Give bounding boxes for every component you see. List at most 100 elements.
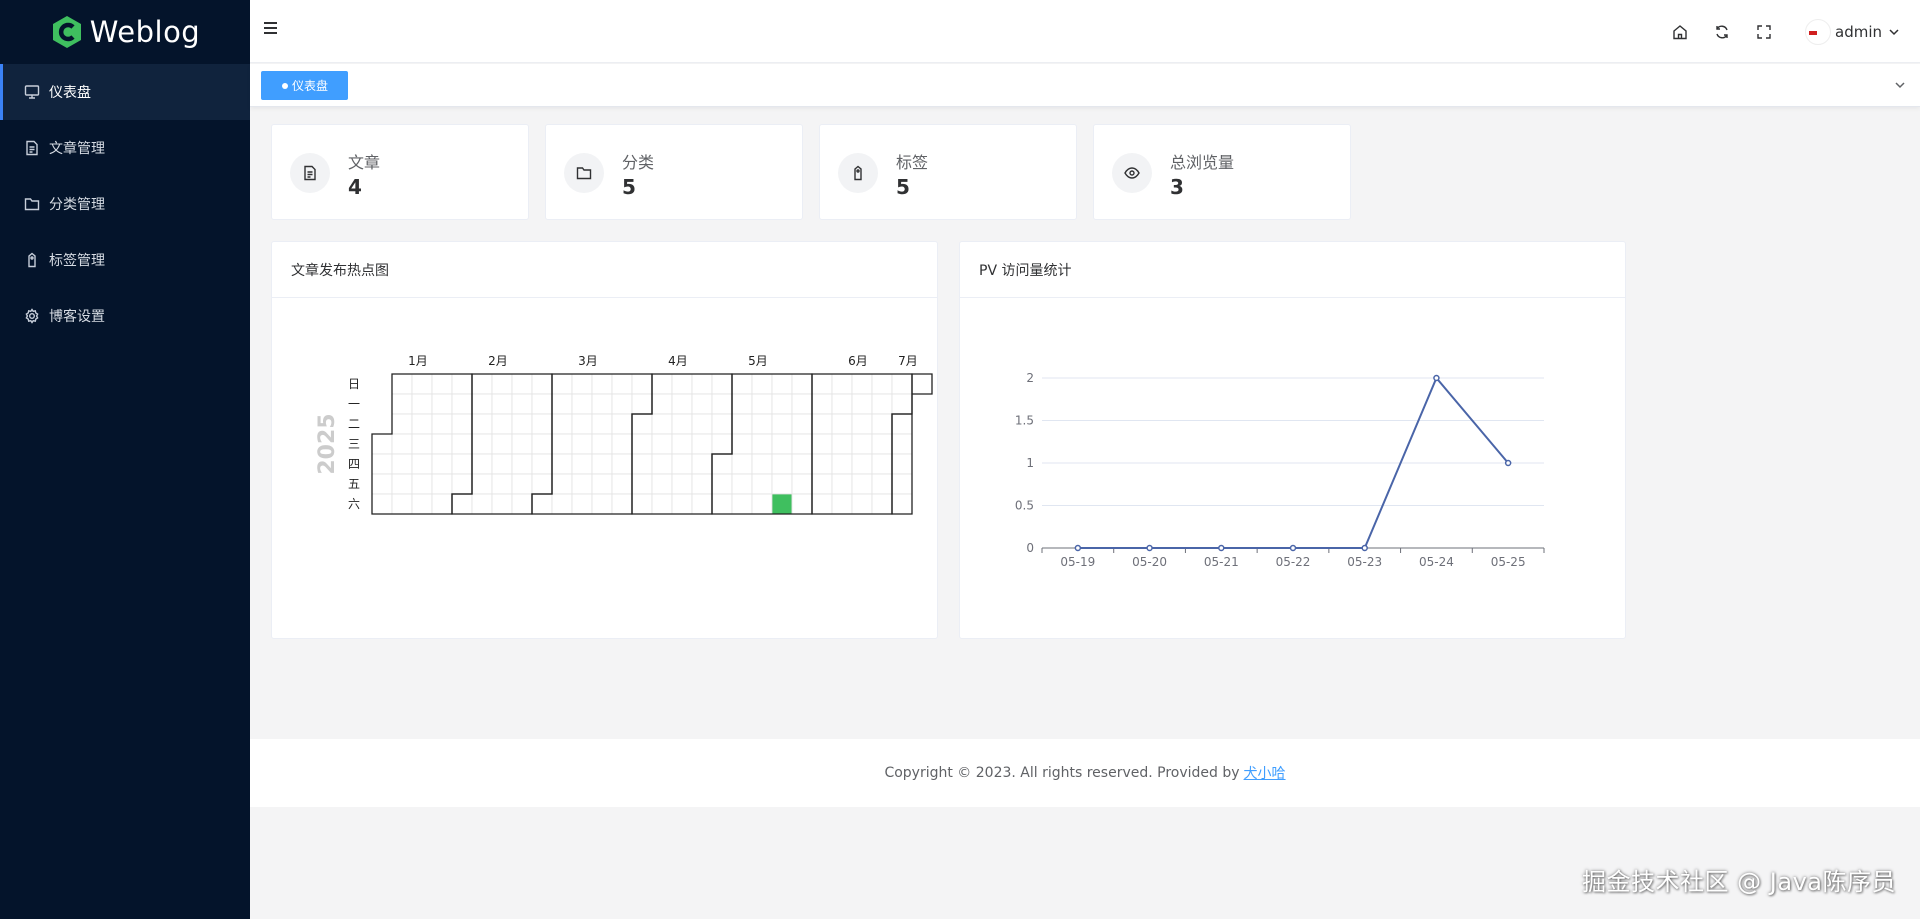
pv-y-tick-label: 0 xyxy=(1026,541,1034,555)
heatmap-cell xyxy=(651,413,673,435)
heatmap-cell xyxy=(611,473,633,495)
heatmap-cell xyxy=(891,413,913,435)
heatmap-cell xyxy=(891,493,913,515)
heatmap-cell xyxy=(871,453,893,475)
heatmap-cell xyxy=(731,373,753,395)
heatmap-cell xyxy=(571,413,593,435)
heatmap-cell xyxy=(411,473,433,495)
sidebar-item-tags[interactable]: 标签管理 xyxy=(0,232,250,288)
heatmap-year-label: 2025 xyxy=(315,413,340,474)
stat-card-tags: 标签 5 xyxy=(819,124,1077,220)
heatmap-cell xyxy=(511,453,533,475)
pv-x-tick-label: 05-21 xyxy=(1204,555,1239,569)
heatmap-cell xyxy=(811,453,833,475)
heatmap-cell xyxy=(491,413,513,435)
heatmap-cell xyxy=(471,393,493,415)
heatmap-cell xyxy=(471,473,493,495)
heatmap-cell xyxy=(631,473,653,495)
heatmap-cell xyxy=(871,433,893,455)
heatmap-cell xyxy=(851,493,873,515)
heatmap-cell xyxy=(871,493,893,515)
fullscreen-icon[interactable] xyxy=(1755,23,1773,41)
heatmap-cell xyxy=(431,373,453,395)
heatmap-cell xyxy=(791,373,813,395)
heatmap-cell xyxy=(431,493,453,515)
home-icon[interactable] xyxy=(1671,23,1689,41)
heatmap-cell xyxy=(591,453,613,475)
pv-x-tick-label: 05-23 xyxy=(1347,555,1382,569)
heatmap-cell xyxy=(571,393,593,415)
stat-value: 4 xyxy=(348,175,362,199)
pv-y-tick-label: 0.5 xyxy=(1015,499,1034,513)
heatmap-cell xyxy=(411,433,433,455)
heatmap-cell xyxy=(411,453,433,475)
heatmap-cell xyxy=(511,433,533,455)
footer-text: Copyright © 2023. All rights reserved. P… xyxy=(884,765,1240,781)
heatmap-cell xyxy=(771,493,793,515)
stat-value: 3 xyxy=(1170,175,1184,199)
heatmap-cell xyxy=(531,433,553,455)
heatmap-card: 文章发布热点图 1月 2月 3月 4月 5月 6月 7月日一二三四五六 2025 xyxy=(271,241,938,639)
heatmap-cell xyxy=(751,493,773,515)
heatmap-cell xyxy=(751,433,773,455)
footer-author-link[interactable]: 犬小哈 xyxy=(1244,763,1286,783)
sidebar-item-articles[interactable]: 文章管理 xyxy=(0,120,250,176)
sidebar-item-dashboard[interactable]: 仪表盘 xyxy=(0,64,250,120)
tab-dashboard[interactable]: 仪表盘 xyxy=(261,71,349,100)
heatmap-cell xyxy=(591,493,613,515)
heatmap-cell xyxy=(691,493,713,515)
heatmap-cell xyxy=(731,433,753,455)
heatmap-cell xyxy=(591,413,613,435)
heatmap-cell xyxy=(871,473,893,495)
heatmap-cell xyxy=(631,393,653,415)
heatmap-cell xyxy=(471,373,493,395)
pv-y-tick-label: 1 xyxy=(1026,456,1034,470)
heatmap-cell xyxy=(811,493,833,515)
heatmap-cell xyxy=(571,473,593,495)
chevron-down-icon[interactable] xyxy=(1894,79,1906,91)
heatmap-cell xyxy=(371,493,393,515)
pv-data-point xyxy=(1433,374,1440,382)
sidebar-item-settings[interactable]: 博客设置 xyxy=(0,288,250,344)
sidebar-item-label: 标签管理 xyxy=(49,253,105,269)
menu-toggle-icon[interactable] xyxy=(264,22,280,38)
heatmap-cell xyxy=(451,433,473,455)
user-name: admin xyxy=(1835,22,1882,41)
heatmap-cell xyxy=(651,393,673,415)
heatmap-chart: 1月 2月 3月 4月 5月 6月 7月日一二三四五六 2025 xyxy=(315,354,933,515)
sidebar-item-categories[interactable]: 分类管理 xyxy=(0,176,250,232)
heatmap-cell xyxy=(451,493,473,515)
heatmap-cell xyxy=(711,373,733,395)
heatmap-cell xyxy=(771,393,793,415)
pv-x-tick-label: 05-22 xyxy=(1276,555,1311,569)
heatmap-cell xyxy=(791,493,813,515)
heatmap-cell xyxy=(631,433,653,455)
heatmap-cell xyxy=(391,473,413,495)
logo[interactable]: Weblog xyxy=(0,0,250,64)
eye-icon xyxy=(1124,167,1140,179)
heatmap-cell xyxy=(731,453,753,475)
heatmap-cell xyxy=(731,473,753,495)
heatmap-cell xyxy=(751,373,773,395)
tag-icon xyxy=(854,165,862,181)
heatmap-cell xyxy=(511,393,533,415)
chevron-down-icon xyxy=(1889,28,1899,35)
heatmap-cell xyxy=(791,473,813,495)
refresh-icon[interactable] xyxy=(1713,23,1731,41)
heatmap-cell xyxy=(391,493,413,515)
heatmap-cell xyxy=(811,433,833,455)
stat-card-categories: 分类 5 xyxy=(545,124,803,220)
heatmap-cell xyxy=(391,433,413,455)
heatmap-weekday-label: 五 xyxy=(348,477,360,491)
heatmap-cell xyxy=(891,433,913,455)
heatmap-cell xyxy=(751,453,773,475)
heatmap-month-label: 2月 xyxy=(488,354,508,368)
heatmap-cell xyxy=(471,453,493,475)
heatmap-cell xyxy=(851,453,873,475)
heatmap-cell xyxy=(671,493,693,515)
user-menu[interactable]: admin xyxy=(1805,18,1900,45)
tab-label: 仪表盘 xyxy=(292,79,329,93)
heatmap-cell xyxy=(611,413,633,435)
heatmap-cell xyxy=(511,373,533,395)
heatmap-cell xyxy=(631,413,653,435)
